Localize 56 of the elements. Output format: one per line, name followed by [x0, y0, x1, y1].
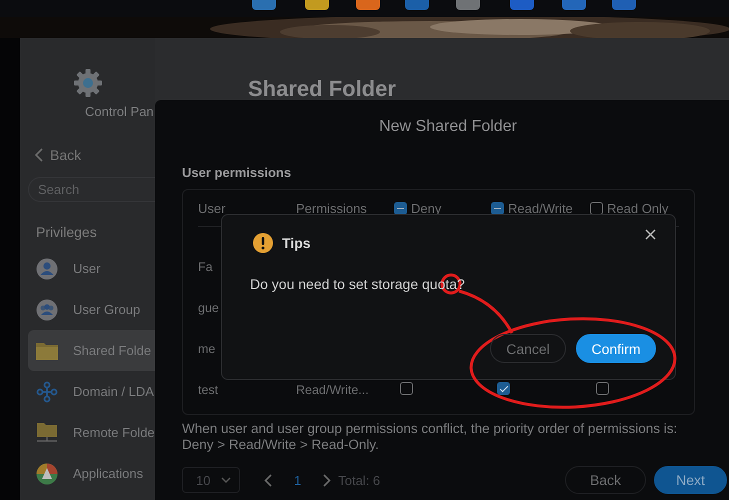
app-icon[interactable] — [252, 0, 276, 11]
page-link[interactable]: 1 — [294, 472, 302, 488]
sidebar-item[interactable]: Applications — [28, 453, 168, 494]
checkbox[interactable] — [400, 382, 413, 394]
group-icon — [36, 298, 58, 320]
section-title: User permissions — [182, 165, 292, 180]
column-header: Deny — [411, 200, 442, 216]
network-folder-icon — [36, 422, 58, 444]
checkbox[interactable] — [596, 382, 609, 394]
chevron-left-icon — [34, 148, 43, 162]
app-name: Control Pan — [85, 104, 154, 119]
modal-button[interactable]: Confirm — [576, 334, 656, 363]
nav-button[interactable]: Back — [565, 466, 646, 494]
folder-icon — [36, 342, 58, 360]
warning-icon — [253, 233, 273, 253]
chevron-left-icon[interactable] — [264, 474, 272, 486]
modal-button[interactable]: Cancel — [490, 334, 566, 363]
app-icon[interactable] — [562, 0, 586, 11]
dialog-title: New Shared Folder — [379, 118, 517, 136]
table-cell: Read/Write... — [296, 382, 369, 396]
sidebar-item[interactable]: Remote Folde — [28, 412, 168, 453]
column-header: Read Only — [607, 200, 668, 216]
nav-button[interactable]: Next — [654, 466, 727, 494]
close-icon[interactable] — [645, 228, 656, 240]
column-header: User — [198, 200, 226, 216]
table-cell: test — [198, 382, 218, 396]
gear-icon — [72, 68, 102, 98]
app-icon[interactable] — [510, 0, 534, 11]
window-title: Shared Folder — [248, 76, 396, 101]
note-text: When user and user group permissions conflict, the priority order of permissions is: Deny > Read/Write > Read-Only. — [182, 421, 678, 453]
page-size-select[interactable]: 10 — [182, 467, 240, 493]
sidebar-item[interactable]: User Group — [28, 289, 168, 330]
column-header: Read/Write — [508, 200, 573, 216]
section-title: Privileges — [36, 224, 98, 240]
apps-icon — [36, 462, 58, 484]
checkbox[interactable] — [491, 202, 504, 214]
user-icon — [36, 258, 58, 280]
app-icon[interactable] — [405, 0, 429, 11]
chevron-right-icon[interactable] — [323, 474, 332, 486]
app-icon[interactable] — [612, 0, 636, 11]
checkbox[interactable] — [394, 202, 407, 214]
chevron-down-icon — [221, 477, 231, 483]
app-icon[interactable] — [305, 0, 329, 11]
table-cell: me — [198, 342, 216, 356]
app-icon[interactable] — [456, 0, 480, 11]
app-icon[interactable] — [356, 0, 380, 11]
network-icon — [36, 380, 58, 402]
back-link[interactable]: Back — [34, 147, 155, 163]
checkbox[interactable] — [497, 382, 510, 394]
sidebar-item[interactable]: Domain / LDA — [28, 371, 168, 412]
table-cell: Fa — [198, 260, 213, 274]
modal-title: Tips — [282, 235, 311, 251]
column-header: Permissions — [296, 200, 367, 216]
sidebar-item[interactable]: User — [28, 248, 168, 289]
total-count: Total: 6 — [338, 472, 380, 488]
table-cell: gue — [198, 300, 219, 314]
